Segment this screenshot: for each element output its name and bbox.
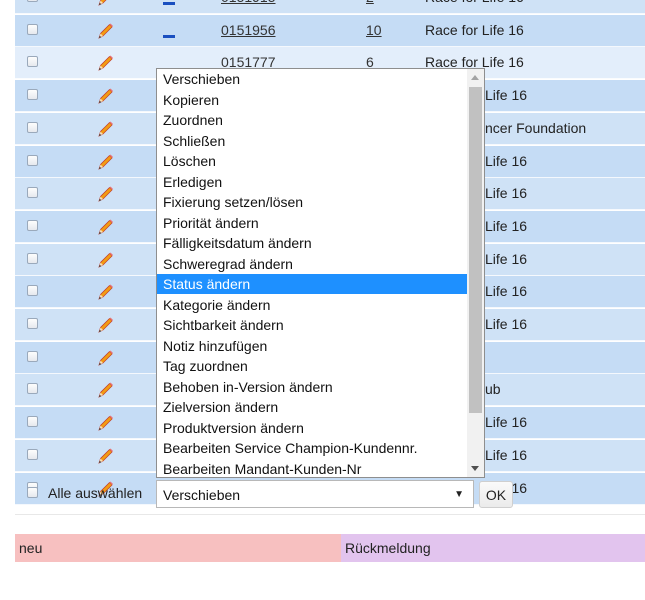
row-checkbox[interactable]: [27, 23, 38, 35]
project-cell: Life 16: [485, 414, 528, 431]
dropdown-option[interactable]: Verschieben: [157, 69, 468, 89]
project-cell: Race for Life 16: [425, 0, 524, 5]
dropdown-option[interactable]: Kategorie ändern: [157, 295, 468, 315]
project-cell: Life 16: [485, 185, 528, 202]
dropdown-option[interactable]: Bearbeiten Service Champion-Kundennr.: [157, 438, 468, 458]
row-checkbox[interactable]: [27, 448, 38, 460]
project-cell: Life 16: [485, 87, 528, 104]
action-select[interactable]: Verschieben ▼: [156, 480, 474, 508]
dropdown-option[interactable]: Status ändern: [157, 274, 468, 294]
edit-pencil-icon[interactable]: [95, 217, 115, 237]
dropdown-option[interactable]: Fixierung setzen/lösen: [157, 192, 468, 212]
row-checkbox[interactable]: [27, 0, 38, 2]
legend-label-neu: neu: [19, 540, 43, 556]
note-count-link[interactable]: 2: [366, 0, 374, 5]
dropdown-option[interactable]: Schließen: [157, 131, 468, 151]
dropdown-option[interactable]: Priorität ändern: [157, 213, 468, 233]
edit-pencil-icon[interactable]: [95, 380, 115, 400]
action-select-value: Verschieben: [163, 487, 241, 503]
dropdown-option[interactable]: Produktversion ändern: [157, 418, 468, 438]
dropdown-option[interactable]: Erledigen: [157, 172, 468, 192]
action-dropdown-list[interactable]: Verschieben Kopieren Zuordnen Schließen Lösc…: [156, 68, 485, 478]
chevron-down-icon: ▼: [454, 489, 464, 500]
project-cell: Life 16: [485, 217, 528, 234]
dropdown-option[interactable]: Bearbeiten Mandant-Kunden-Nr: [157, 459, 468, 478]
project-cell: Life 16: [485, 250, 528, 267]
table-row: 0151915 2 Race for Life 16: [15, 0, 645, 14]
dropdown-option[interactable]: Zielversion ändern: [157, 397, 468, 417]
edit-pencil-icon[interactable]: [95, 184, 115, 204]
project-cell: Life 16: [485, 316, 528, 332]
row-checkbox[interactable]: [27, 285, 38, 297]
dropdown-option[interactable]: Notiz hinzufügen: [157, 336, 468, 356]
dropdown-scrollbar[interactable]: [467, 69, 484, 477]
status-dash-icon[interactable]: [163, 2, 175, 5]
ok-button[interactable]: OK: [479, 481, 513, 508]
row-checkbox[interactable]: [27, 219, 38, 231]
edit-pencil-icon[interactable]: [95, 0, 115, 8]
row-checkbox[interactable]: [27, 89, 38, 101]
project-cell: Life 16: [485, 152, 528, 169]
edit-pencil-icon[interactable]: [95, 348, 115, 368]
legend-status-rueckmeldung: Rückmeldung: [341, 534, 645, 562]
edit-pencil-icon[interactable]: [95, 282, 115, 302]
edit-pencil-icon[interactable]: [95, 119, 115, 139]
project-cell: ub: [485, 381, 501, 398]
scrollbar-thumb[interactable]: [469, 87, 482, 413]
note-count-link[interactable]: 10: [366, 22, 382, 38]
project-cell: Life 16: [485, 283, 528, 300]
select-all-label[interactable]: Alle auswählen: [48, 485, 142, 501]
edit-pencil-icon[interactable]: [95, 152, 115, 172]
edit-pencil-icon[interactable]: [95, 21, 115, 41]
row-checkbox[interactable]: [27, 416, 38, 428]
select-all-checkbox[interactable]: [27, 487, 38, 498]
dropdown-option[interactable]: Löschen: [157, 151, 468, 171]
dropdown-option[interactable]: Tag zuordnen: [157, 356, 468, 376]
divider: [15, 514, 645, 515]
bulk-action-bar: Alle auswählen Verschieben ▼ OK: [15, 478, 645, 512]
status-dash-icon[interactable]: [163, 34, 175, 38]
edit-pencil-icon[interactable]: [95, 86, 115, 106]
dropdown-option[interactable]: Schweregrad ändern: [157, 254, 468, 274]
issue-id-link[interactable]: 0151956: [221, 22, 276, 38]
row-checkbox[interactable]: [27, 154, 38, 166]
scroll-up-arrow-icon[interactable]: [471, 75, 479, 80]
project-cell: Life 16: [485, 446, 528, 463]
scroll-down-arrow-icon[interactable]: [471, 466, 479, 471]
edit-pencil-icon[interactable]: [95, 413, 115, 433]
dropdown-option[interactable]: Fälligkeitsdatum ändern: [157, 233, 468, 253]
table-row: 0151956 10 Race for Life 16: [15, 14, 645, 47]
dropdown-option[interactable]: Kopieren: [157, 90, 468, 110]
row-checkbox[interactable]: [27, 350, 38, 362]
dropdown-option[interactable]: Sichtbarkeit ändern: [157, 315, 468, 335]
issue-id-link[interactable]: 0151915: [221, 0, 276, 5]
edit-pencil-icon[interactable]: [95, 315, 115, 335]
row-checkbox[interactable]: [27, 121, 38, 133]
dropdown-option[interactable]: Zuordnen: [157, 110, 468, 130]
dropdown-option[interactable]: Behoben in-Version ändern: [157, 377, 468, 397]
project-cell: Race for Life 16: [425, 21, 524, 38]
legend-label-rueckmeldung: Rückmeldung: [345, 540, 431, 556]
legend-status-neu: neu: [15, 534, 341, 562]
edit-pencil-icon[interactable]: [95, 446, 115, 466]
row-checkbox[interactable]: [27, 56, 38, 68]
row-checkbox[interactable]: [27, 187, 38, 199]
row-checkbox[interactable]: [27, 383, 38, 395]
row-checkbox[interactable]: [27, 318, 38, 329]
edit-pencil-icon[interactable]: [95, 53, 115, 73]
project-cell: ncer Foundation: [485, 119, 587, 136]
edit-pencil-icon[interactable]: [95, 250, 115, 270]
row-checkbox[interactable]: [27, 252, 38, 264]
